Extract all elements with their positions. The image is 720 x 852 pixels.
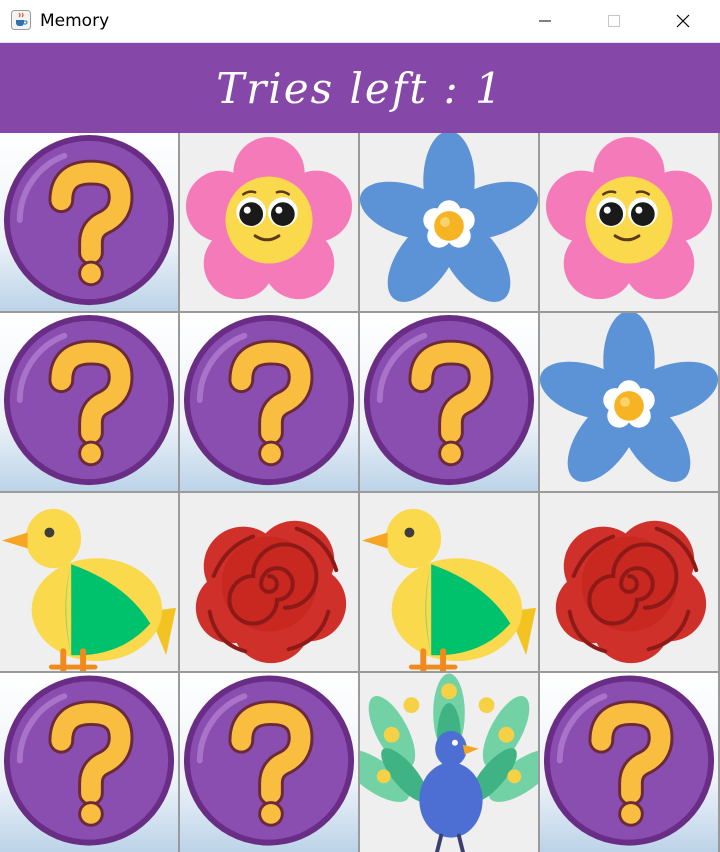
card-r4-c2[interactable]: [180, 673, 358, 852]
java-cup-icon: [11, 10, 31, 30]
question-mark-icon: [363, 314, 535, 486]
card-r4-c1[interactable]: [0, 673, 178, 852]
smiling-pink-flower-icon: [545, 136, 713, 300]
card-r3-c2[interactable]: [180, 493, 358, 671]
yellow-green-bird-icon: [361, 508, 537, 671]
tries-left-banner: Tries left : 1: [0, 43, 720, 133]
question-mark-icon: [183, 675, 355, 846]
smiling-pink-flower-icon: [185, 136, 353, 300]
card-r2-c4[interactable]: [540, 313, 718, 491]
question-mark-icon: [3, 675, 175, 846]
minimize-icon: [539, 20, 551, 22]
title-bar: Memory: [0, 0, 720, 43]
card-r1-c3[interactable]: [360, 133, 538, 311]
card-r1-c4[interactable]: [540, 133, 718, 311]
card-r4-c4[interactable]: [540, 673, 718, 852]
maximize-button[interactable]: [579, 0, 649, 42]
red-rose-icon: [555, 520, 707, 664]
card-grid: [0, 133, 720, 852]
card-r3-c3[interactable]: [360, 493, 538, 671]
maximize-icon: [608, 15, 620, 27]
card-r3-c1[interactable]: [0, 493, 178, 671]
card-r4-c3[interactable]: [360, 673, 538, 852]
card-r1-c2[interactable]: [180, 133, 358, 311]
tries-left-label: Tries left : 1: [216, 63, 504, 113]
yellow-green-bird-icon: [1, 508, 177, 671]
question-mark-icon: [543, 675, 715, 846]
card-r3-c4[interactable]: [540, 493, 718, 671]
close-icon: [676, 14, 690, 28]
red-rose-icon: [195, 520, 347, 664]
card-r1-c1[interactable]: [0, 133, 178, 311]
window-title: Memory: [40, 11, 110, 31]
close-button[interactable]: [648, 0, 718, 42]
peacock-icon: [360, 673, 538, 852]
blue-flower-icon: [360, 133, 538, 302]
question-mark-icon: [3, 134, 175, 306]
minimize-button[interactable]: [510, 0, 580, 42]
card-r2-c3[interactable]: [360, 313, 538, 491]
question-mark-icon: [183, 314, 355, 486]
question-mark-icon: [3, 314, 175, 486]
blue-flower-icon: [540, 313, 718, 482]
card-r2-c1[interactable]: [0, 313, 178, 491]
card-r2-c2[interactable]: [180, 313, 358, 491]
